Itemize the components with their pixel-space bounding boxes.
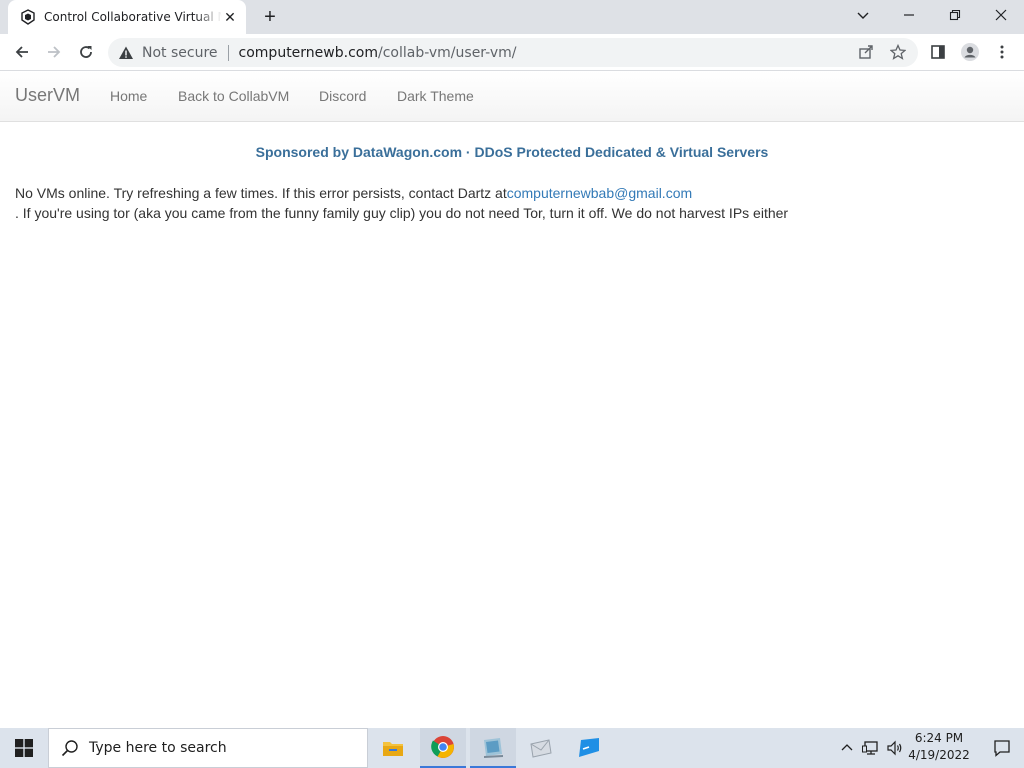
side-panel-icon[interactable] — [924, 38, 952, 66]
roblox-studio-icon[interactable] — [566, 728, 612, 768]
security-label[interactable]: Not secure — [142, 45, 218, 61]
network-icon[interactable] — [860, 728, 882, 768]
search-icon — [61, 740, 78, 757]
sponsor-banner[interactable]: Sponsored by DataWagon.com · DDoS Protec… — [0, 144, 1024, 160]
start-button[interactable] — [0, 728, 48, 768]
windows-logo-icon — [15, 739, 33, 757]
status-message: No VMs online. Try refreshing a few time… — [15, 183, 1005, 223]
site-navbar: UserVM Home Back to CollabVM Discord Dar… — [0, 71, 1024, 122]
nav-link-home[interactable]: Home — [110, 88, 147, 104]
new-tab-icon[interactable]: + — [258, 6, 282, 28]
browser-toolbar: Not secure computernewb.com/collab-vm/us… — [0, 34, 1024, 71]
show-hidden-icons-chevron-up-icon[interactable] — [836, 728, 858, 768]
minimize-icon[interactable] — [886, 0, 932, 30]
taskbar-clock[interactable]: 6:24 PM 4/19/2022 — [900, 730, 978, 764]
contact-email-link[interactable]: computernewbab@gmail.com — [507, 185, 692, 201]
nav-link-discord[interactable]: Discord — [319, 88, 366, 104]
chrome-icon[interactable] — [420, 728, 466, 768]
nav-link-dark-theme[interactable]: Dark Theme — [397, 88, 474, 104]
clock-date: 4/19/2022 — [908, 748, 970, 762]
omnibox-divider — [227, 44, 229, 61]
url-path: /collab-vm/user-vm/ — [377, 44, 517, 61]
taskbar-search-input[interactable]: Type here to search — [48, 728, 368, 768]
browser-tab[interactable]: Control Collaborative Virtual Machines ✕ — [8, 0, 246, 34]
message-prefix: No VMs online. Try refreshing a few time… — [15, 185, 507, 201]
back-icon[interactable] — [8, 38, 36, 66]
search-placeholder: Type here to search — [89, 740, 227, 756]
menu-dots-icon[interactable] — [988, 38, 1016, 66]
notifications-icon[interactable] — [980, 728, 1024, 768]
url-text[interactable]: computernewb.com/collab-vm/user-vm/ — [239, 45, 517, 61]
warning-icon[interactable] — [118, 45, 134, 61]
tab-title: Control Collaborative Virtual Machines — [44, 10, 222, 24]
file-explorer-icon[interactable] — [370, 728, 416, 768]
site-brand[interactable]: UserVM — [15, 85, 80, 106]
virtual-machine-app-icon[interactable] — [470, 728, 516, 768]
tab-close-icon[interactable]: ✕ — [222, 9, 238, 25]
site-favicon-icon — [20, 9, 36, 25]
nav-link-back-to-collabvm[interactable]: Back to CollabVM — [178, 88, 289, 104]
reload-icon[interactable] — [72, 38, 100, 66]
windows-taskbar: Type here to search 6:24 PM 4/19/2022 — [0, 728, 1024, 768]
clock-time: 6:24 PM — [914, 731, 964, 745]
tab-search-icon[interactable] — [840, 0, 886, 30]
bookmark-star-icon[interactable] — [886, 40, 910, 64]
mail-app-icon[interactable] — [518, 728, 564, 768]
url-domain: computernewb.com — [238, 44, 378, 61]
forward-icon[interactable] — [40, 38, 68, 66]
restore-icon[interactable] — [932, 0, 978, 30]
profile-avatar-icon[interactable] — [956, 38, 984, 66]
address-bar[interactable]: Not secure computernewb.com/collab-vm/us… — [108, 38, 918, 67]
close-window-icon[interactable] — [978, 0, 1024, 30]
message-suffix: . If you're using tor (aka you came from… — [15, 205, 789, 221]
share-icon[interactable] — [854, 40, 878, 64]
tab-strip: Control Collaborative Virtual Machines ✕… — [0, 0, 1024, 34]
